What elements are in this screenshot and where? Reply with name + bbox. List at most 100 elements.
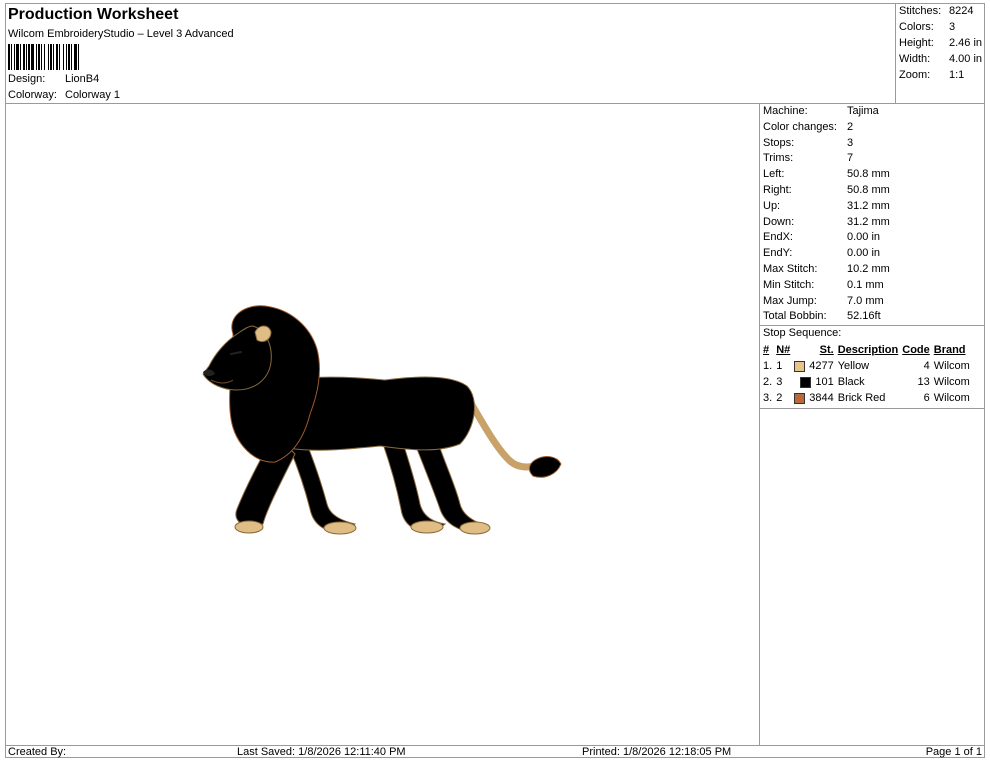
machine-info-value: 3 xyxy=(847,136,854,149)
machine-info-label: Right: xyxy=(763,183,792,196)
machine-info-label: Up: xyxy=(763,199,781,212)
machine-info-value: 7 xyxy=(847,152,854,165)
col-stitches: St. xyxy=(819,343,834,356)
machine-info-row: EndY: 0.00 in xyxy=(760,246,985,262)
machine-info-label: Trims: xyxy=(763,152,794,165)
machine-info-value: 7.0 mm xyxy=(847,294,884,307)
stat-colors: Colors: 3 xyxy=(899,21,956,33)
last-saved: Last Saved: 1/8/2026 12:11:40 PM xyxy=(237,746,406,758)
lion-embroidery-design xyxy=(202,305,562,535)
lion-ear xyxy=(254,325,272,343)
col-needle: N# xyxy=(776,343,791,356)
stop-sequence-row: 2. 3 101 Black 13 Wilcom xyxy=(761,374,972,390)
summary-stats: Stitches: 8224 Colors: 3 Height: 2.46 in Wi… xyxy=(895,3,985,104)
machine-info-label: Max Jump: xyxy=(763,294,817,307)
lion-paw-2 xyxy=(323,521,357,535)
stat-zoom: Zoom: 1:1 xyxy=(899,69,965,81)
machine-info-label: Machine: xyxy=(763,105,808,117)
color-swatch xyxy=(794,392,806,404)
machine-info-label: Left: xyxy=(763,168,785,181)
stat-stitches: Stitches: 8224 xyxy=(899,5,974,17)
machine-info-value: 50.8 mm xyxy=(847,168,890,181)
row-brand: Wilcom xyxy=(933,359,970,372)
stitch-count: 4277 xyxy=(809,359,834,372)
design-preview-area xyxy=(5,104,760,745)
stitch-count: 3844 xyxy=(809,391,834,404)
machine-info-value: 0.00 in xyxy=(847,231,881,244)
machine-info-row: Left: 50.8 mm xyxy=(760,167,985,183)
lion-paw-3 xyxy=(410,520,444,534)
row-description: Black xyxy=(837,375,865,388)
row-description: Yellow xyxy=(837,359,870,372)
machine-info-value: 50.8 mm xyxy=(847,183,890,196)
machine-info-row: Total Bobbin: 52.16ft xyxy=(760,309,985,325)
design-name-row: Design: LionB4 xyxy=(8,73,99,85)
stop-sequence-table: # N# St. Description Code Brand 1. 1 4277 Y… xyxy=(761,342,972,406)
design-value: LionB4 xyxy=(65,73,100,85)
machine-info-row: Down: 31.2 mm xyxy=(760,215,985,231)
row-number: 1. xyxy=(763,359,773,372)
machine-info-row: Machine: Tajima xyxy=(760,104,985,120)
machine-info-row: Min Stitch: 0.1 mm xyxy=(760,278,985,294)
row-number: 2. xyxy=(763,375,773,388)
row-description: Brick Red xyxy=(837,391,886,404)
row-brand: Wilcom xyxy=(933,375,970,388)
row-code: 13 xyxy=(917,375,930,388)
col-number: # xyxy=(763,343,770,356)
machine-info-value: 52.16ft xyxy=(847,310,881,323)
machine-info-value: 0.00 in xyxy=(847,247,881,260)
panel-divider xyxy=(760,407,985,409)
worksheet-footer: Created By: Last Saved: 1/8/2026 12:11:4… xyxy=(5,745,985,758)
lion-paw-4 xyxy=(459,521,491,535)
machine-info-row: Trims: 7 xyxy=(760,151,985,167)
machine-info-label: Stops: xyxy=(763,136,795,149)
machine-info-label: EndY: xyxy=(763,247,793,260)
machine-info-panel: Machine: Tajima Color changes: 2 Stops: 3 Trim… xyxy=(760,104,985,409)
machine-info-value: 10.2 mm xyxy=(847,262,890,275)
col-description: Description xyxy=(837,343,899,356)
row-number: 3. xyxy=(763,391,773,404)
stat-width: Width: 4.00 in xyxy=(899,53,983,65)
stitch-count: 101 xyxy=(815,375,834,388)
colorway-label: Colorway: xyxy=(8,89,57,101)
stat-height: Height: 2.46 in xyxy=(899,37,983,49)
machine-info-value: 0.1 mm xyxy=(847,278,884,291)
machine-info-value: 2 xyxy=(847,120,854,133)
row-code: 4 xyxy=(923,359,930,372)
color-swatch xyxy=(794,360,806,372)
lion-tail-tuft xyxy=(528,456,562,478)
row-needle: 3 xyxy=(776,375,783,388)
row-code: 6 xyxy=(923,391,930,404)
machine-info-row: Max Jump: 7.0 mm xyxy=(760,294,985,310)
machine-info-row: EndX: 0.00 in xyxy=(760,230,985,246)
created-by: Created By: xyxy=(8,746,67,758)
machine-info-value: 31.2 mm xyxy=(847,215,890,228)
software-subtitle: Wilcom EmbroideryStudio – Level 3 Advanc… xyxy=(8,28,234,40)
row-stitches: 4277 xyxy=(792,358,835,374)
page-number: Page 1 of 1 xyxy=(925,746,982,758)
col-code: Code xyxy=(902,343,930,356)
color-swatch xyxy=(800,376,812,388)
machine-info-label: Total Bobbin: xyxy=(763,310,827,323)
printed-date: Printed: 1/8/2026 12:18:05 PM xyxy=(582,746,732,758)
lion-tail xyxy=(464,394,547,471)
stop-sequence-title: Stop Sequence: xyxy=(760,325,985,342)
row-needle: 1 xyxy=(776,359,783,372)
row-needle: 2 xyxy=(776,391,783,404)
machine-info-label: Max Stitch: xyxy=(763,262,818,275)
machine-info-label: Min Stitch: xyxy=(763,278,815,291)
lion-paw-1 xyxy=(234,520,264,534)
row-stitches: 101 xyxy=(792,374,835,390)
row-stitches: 3844 xyxy=(792,390,835,406)
lion-front-leg-far xyxy=(289,438,357,533)
worksheet-header: Production Worksheet Wilcom EmbroiderySt… xyxy=(5,3,985,104)
machine-info-row: Color changes: 2 xyxy=(760,120,985,136)
machine-info-row: Max Stitch: 10.2 mm xyxy=(760,262,985,278)
design-label: Design: xyxy=(8,73,46,85)
machine-info-value: 31.2 mm xyxy=(847,199,890,212)
barcode-image xyxy=(8,44,79,70)
machine-info-row: Right: 50.8 mm xyxy=(760,183,985,199)
stop-sequence-row: 3. 2 3844 Brick Red 6 Wilcom xyxy=(761,390,972,406)
machine-info-label: Down: xyxy=(763,215,795,228)
machine-info-label: EndX: xyxy=(763,231,793,244)
